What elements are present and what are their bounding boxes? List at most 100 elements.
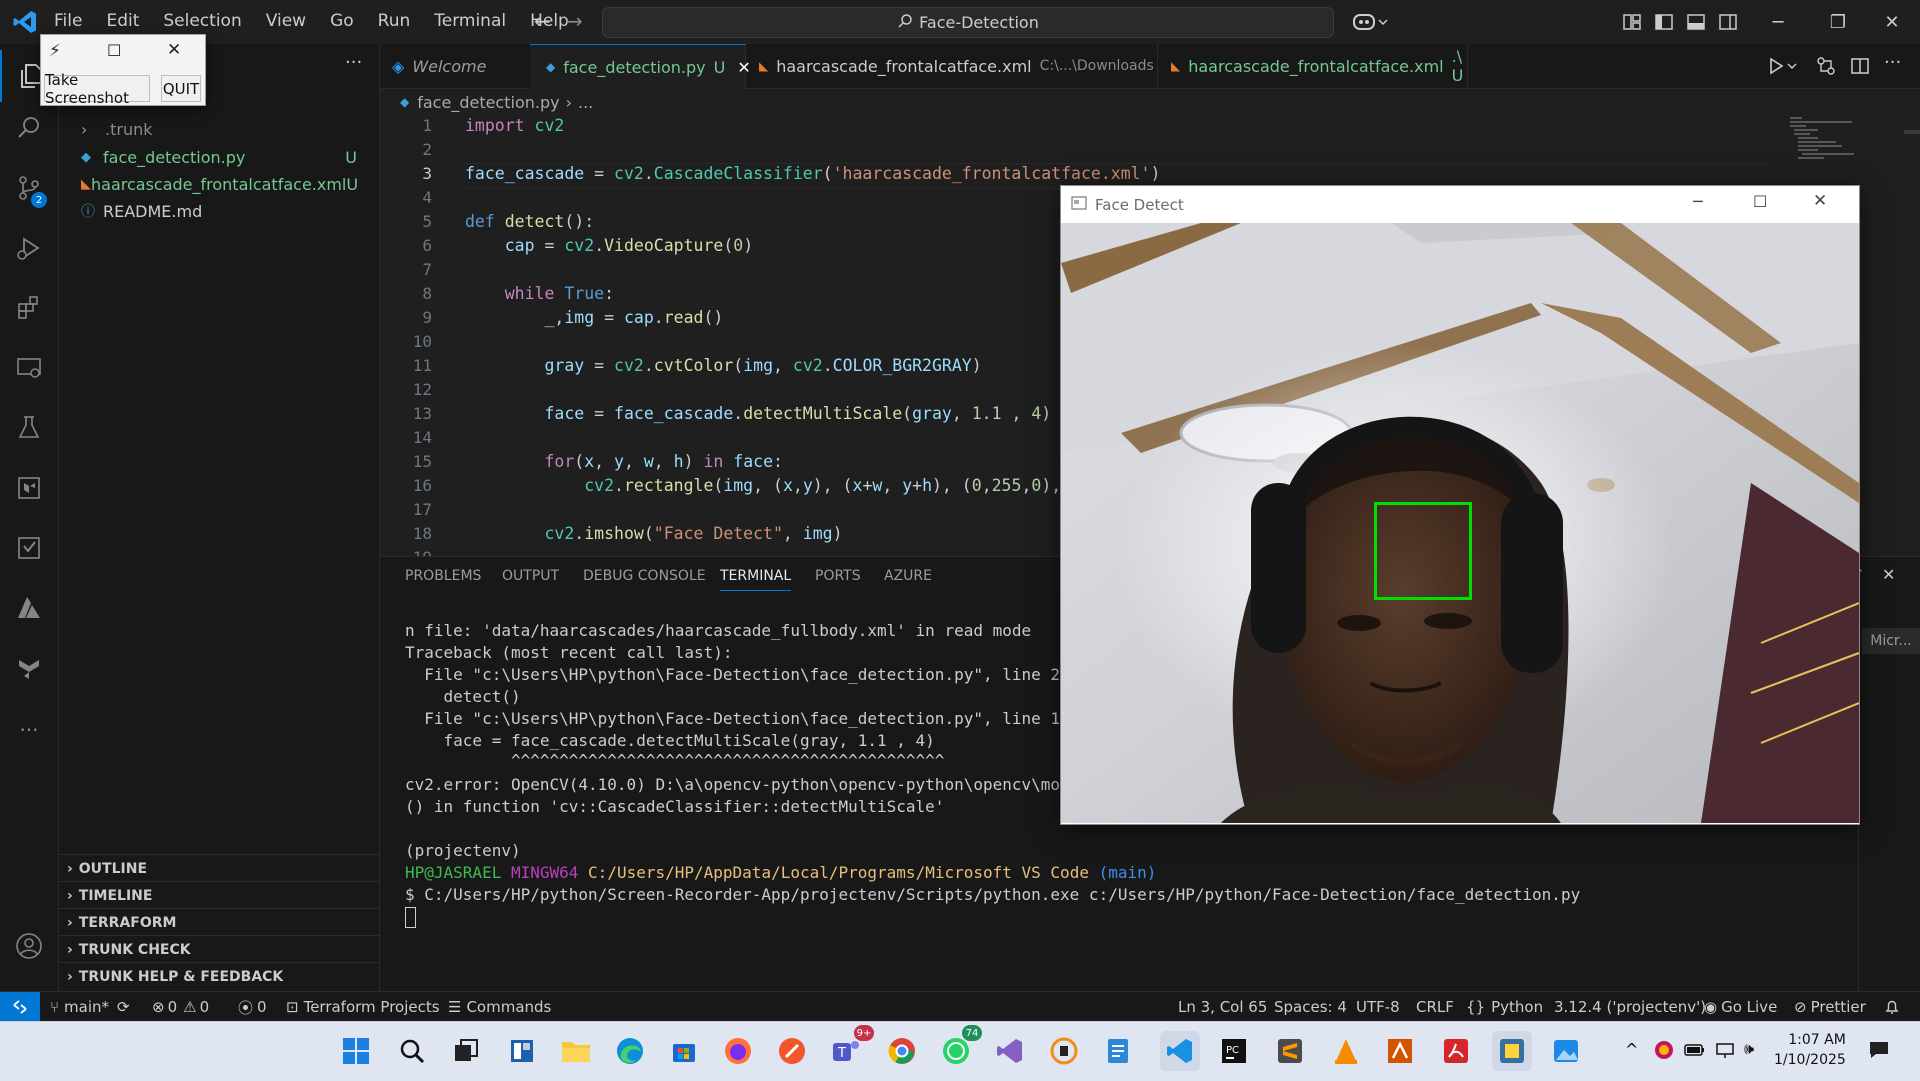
firefox-icon[interactable] — [718, 1031, 758, 1071]
tab-problems[interactable]: PROBLEMS — [405, 568, 481, 584]
menu-edit[interactable]: Edit — [106, 11, 139, 31]
toggle-primary-sidebar-icon[interactable] — [1654, 12, 1674, 36]
line-ending[interactable]: CRLF — [1416, 992, 1454, 1022]
file-explorer-icon[interactable] — [556, 1031, 596, 1071]
section-trunk-check[interactable]: › TRUNK CHECK — [59, 935, 379, 963]
taskbar-search-icon[interactable] — [392, 1031, 432, 1071]
breadcrumb-file[interactable]: face_detection.py — [417, 93, 559, 112]
ms-store-icon[interactable] — [664, 1031, 704, 1071]
start-windows-icon[interactable] — [336, 1031, 376, 1071]
teams-icon[interactable]: T 9+ — [826, 1025, 874, 1071]
tab-azure[interactable]: AZURE — [884, 568, 932, 584]
notification-center-icon[interactable] — [1868, 1040, 1890, 1064]
take-screenshot-button[interactable]: Take Screenshot — [44, 71, 150, 107]
accounts-icon[interactable] — [0, 920, 58, 972]
close-panel-icon[interactable]: ✕ — [1882, 565, 1895, 584]
sublime-icon[interactable] — [1270, 1031, 1310, 1071]
fd-maximize-button[interactable]: ☐ — [1753, 192, 1767, 211]
vlc-icon[interactable] — [1326, 1031, 1366, 1071]
testing-flask-icon[interactable] — [0, 402, 58, 454]
section-trunk-help[interactable]: › TRUNK HELP & FEEDBACK — [59, 962, 379, 990]
more-views-icon[interactable]: ··· — [0, 704, 58, 756]
minimap[interactable] — [1788, 114, 1858, 164]
tab-haarcascade-downloads[interactable]: ◣ haarcascade_frontalcatface.xml C:\...\… — [745, 44, 1158, 88]
python-interpreter[interactable]: 3.12.4 ('projectenv') — [1554, 992, 1706, 1022]
visual-studio-icon[interactable] — [990, 1031, 1030, 1071]
remote-explorer-icon[interactable] — [0, 342, 58, 394]
tab-debug-console[interactable]: DEBUG CONSOLE — [583, 568, 706, 584]
restore-button[interactable]: ❐ — [1808, 0, 1868, 44]
menu-go[interactable]: Go — [330, 11, 354, 31]
menu-file[interactable]: File — [54, 11, 82, 31]
indentation[interactable]: Spaces: 4 — [1274, 992, 1347, 1022]
go-live-button[interactable]: ◉ Go Live — [1704, 992, 1777, 1022]
encoding[interactable]: UTF-8 — [1356, 992, 1400, 1022]
extensions-icon[interactable] — [0, 282, 58, 334]
scrollbar-thumb[interactable] — [1904, 130, 1920, 134]
quit-button[interactable]: QUIT — [161, 75, 201, 102]
run-debug-icon[interactable] — [0, 222, 58, 274]
section-timeline[interactable]: › TIMELINE — [59, 881, 379, 909]
remote-indicator-icon[interactable] — [0, 992, 40, 1022]
commands-button[interactable]: ☰ Commands — [448, 992, 551, 1022]
toggle-panel-icon[interactable] — [1686, 12, 1706, 36]
network-icon[interactable] — [1714, 1041, 1736, 1063]
audio-app-icon[interactable] — [1044, 1031, 1084, 1071]
more-actions-icon[interactable]: ··· — [1884, 52, 1901, 73]
vscode-taskbar-icon[interactable] — [1160, 1031, 1200, 1071]
tray-app-icon[interactable] — [1654, 1040, 1674, 1064]
st-maximize-button[interactable]: ☐ — [107, 41, 121, 60]
file-trunk-folder[interactable]: › .trunk — [59, 116, 379, 142]
ports-indicator[interactable]: ⦿ 0 — [238, 992, 267, 1022]
clock[interactable]: 1:07 AM 1/10/2025 — [1774, 1030, 1846, 1070]
language-mode[interactable]: {} Python — [1466, 992, 1543, 1022]
tab-haarcascade-local[interactable]: ◣ haarcascade_frontalcatface.xml .\ U — [1157, 44, 1468, 88]
cursor-position[interactable]: Ln 3, Col 65 — [1178, 992, 1267, 1022]
swift-app-icon[interactable] — [772, 1031, 812, 1071]
show-hidden-icons-chevron-icon[interactable]: ^ — [1625, 1040, 1638, 1059]
command-center-search[interactable]: Face-Detection — [602, 7, 1334, 38]
minimize-button[interactable]: ─ — [1748, 0, 1808, 44]
tab-face-detection[interactable]: ◆ face_detection.py U ✕ — [530, 44, 751, 89]
terminal-list-item[interactable]: Micr... — [1862, 628, 1920, 654]
section-terraform[interactable]: › TERRAFORM — [59, 908, 379, 936]
tab-welcome[interactable]: ◈ Welcome — [380, 44, 531, 88]
problems-indicator[interactable]: ⊗ 0 ⚠ 0 — [152, 992, 209, 1022]
split-editor-icon[interactable] — [1850, 56, 1870, 80]
edge-icon[interactable] — [610, 1031, 650, 1071]
fd-close-button[interactable]: ✕ — [1813, 191, 1827, 211]
close-window-button[interactable]: ✕ — [1862, 0, 1920, 44]
tab-terminal[interactable]: TERMINAL — [720, 568, 792, 591]
file-readme[interactable]: ⓘ README.md — [59, 198, 379, 224]
sidebar-more-icon[interactable]: ··· — [345, 52, 362, 73]
menu-selection[interactable]: Selection — [163, 11, 241, 31]
search-activity-icon[interactable] — [0, 102, 58, 154]
fd-minimize-button[interactable]: ─ — [1693, 192, 1703, 211]
volume-icon[interactable]: 🕪 — [1744, 1039, 1754, 1059]
back-arrow-icon[interactable]: ← — [534, 9, 551, 33]
task-view-icon[interactable] — [446, 1031, 486, 1071]
tab-output[interactable]: OUTPUT — [502, 568, 559, 584]
breadcrumb-symbol[interactable]: ... — [578, 93, 593, 112]
toggle-secondary-sidebar-icon[interactable] — [1718, 12, 1738, 36]
acrobat-icon[interactable] — [1436, 1031, 1476, 1071]
trunk-icon[interactable] — [0, 522, 58, 574]
image-viewer-icon[interactable] — [1546, 1031, 1586, 1071]
copilot-icon[interactable] — [1352, 10, 1388, 38]
prettier-button[interactable]: ⊘ Prettier — [1794, 992, 1866, 1022]
azure-icon[interactable] — [0, 582, 58, 634]
pycharm-icon[interactable]: PC — [1214, 1031, 1254, 1071]
notifications-bell-icon[interactable] — [1884, 992, 1900, 1022]
st-close-button[interactable]: ✕ — [167, 40, 181, 60]
sync-icon[interactable]: ⟳ — [117, 998, 130, 1016]
branch-indicator[interactable]: ⑂ main* ⟳ — [50, 992, 130, 1022]
file-haarcascade[interactable]: ◣ haarcascade_frontalcatface.xml U — [59, 171, 379, 197]
dataflow-icon[interactable] — [0, 642, 58, 694]
customize-layout-icon[interactable] — [1622, 12, 1642, 36]
menu-run[interactable]: Run — [378, 11, 411, 31]
widgets-icon[interactable] — [502, 1031, 542, 1071]
file-face-detection[interactable]: ◆ face_detection.py U — [59, 144, 379, 170]
face-detect-window[interactable]: Face Detect ─ ☐ ✕ — [1060, 185, 1860, 825]
terminal-cursor[interactable] — [405, 907, 416, 928]
forward-arrow-icon[interactable]: → — [566, 9, 583, 33]
